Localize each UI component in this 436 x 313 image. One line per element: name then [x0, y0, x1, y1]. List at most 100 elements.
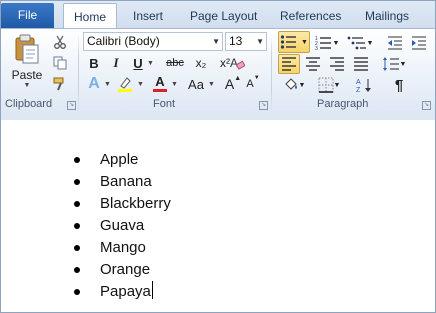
paragraph-dialog-launcher[interactable]: ↘ [422, 101, 431, 110]
sort-button[interactable]: A Z [353, 75, 375, 95]
shrink-font-letter: A [246, 78, 254, 90]
align-center-icon [306, 57, 320, 71]
tab-insert[interactable]: Insert [133, 5, 163, 28]
font-size-dropdown[interactable]: 13 ▼ [225, 32, 267, 51]
bullet-icon [74, 201, 80, 207]
tab-page-layout[interactable]: Page Layout [190, 5, 257, 28]
chevron-down-icon: ▼ [366, 39, 374, 47]
sort-az-icon: A Z [356, 79, 371, 93]
clear-formatting-button[interactable]: A [227, 54, 247, 72]
underline-dropdown-arrow[interactable]: ▼ [147, 60, 154, 67]
bold-button[interactable]: B [85, 54, 103, 72]
paintbrush-icon [53, 77, 64, 91]
chevron-down-icon: ▼ [212, 37, 220, 46]
list-item-text: Mango [100, 239, 146, 256]
clipboard-paste-icon [15, 34, 39, 63]
shading-button[interactable]: ▼ [281, 75, 307, 95]
paint-bucket-icon [284, 78, 297, 90]
multilevel-list-icon [347, 36, 366, 50]
list-item-text: Banana [100, 173, 152, 190]
bullet-icon [74, 179, 80, 185]
ribbon-tab-bar: File Home Insert Page Layout References … [1, 1, 435, 30]
svg-text:A: A [356, 79, 361, 86]
paste-label: Paste [11, 67, 43, 82]
tab-file[interactable]: File [1, 3, 54, 28]
align-center-button[interactable] [302, 54, 324, 74]
chevron-down-icon: ▼ [298, 81, 306, 89]
list-item-text: Apple [100, 151, 139, 168]
bullet-icon [74, 289, 80, 295]
font-name-value: Calibri (Body) [87, 34, 160, 48]
align-right-icon [330, 57, 344, 71]
underline-button[interactable]: U [129, 54, 147, 72]
font-name-dropdown[interactable]: Calibri (Body) ▼ [83, 32, 223, 51]
text-effects-button[interactable]: A [85, 75, 103, 93]
align-right-button[interactable] [326, 54, 348, 74]
tab-mailings[interactable]: Mailings [365, 5, 409, 28]
clipboard-dialog-launcher[interactable]: ↘ [67, 101, 76, 110]
decrease-indent-button[interactable] [385, 33, 405, 53]
paste-button[interactable]: Paste ▼ [9, 32, 45, 90]
borders-icon [318, 77, 334, 93]
show-formatting-marks-button[interactable]: ¶ [389, 75, 409, 95]
svg-text:Z: Z [356, 87, 361, 93]
highlight-dropdown-arrow[interactable]: ▼ [137, 81, 144, 88]
numbering-button[interactable]: 1 2 3 ▼ [313, 33, 341, 53]
bullet-icon [74, 223, 80, 229]
change-case-button[interactable]: Aa [185, 75, 207, 93]
clipboard-group-label: Clipboard [5, 98, 53, 110]
tab-home[interactable]: Home [63, 3, 117, 30]
change-case-dropdown-arrow[interactable]: ▼ [208, 81, 215, 88]
down-arrow-icon: ▼ [253, 75, 260, 81]
copy-icon [53, 56, 67, 70]
format-painter-button[interactable] [51, 75, 69, 93]
align-left-icon [282, 57, 296, 71]
tab-references[interactable]: References [280, 5, 341, 28]
chevron-down-icon: ▼ [301, 38, 308, 46]
svg-text:3: 3 [315, 46, 318, 51]
font-size-value: 13 [229, 34, 243, 48]
document-page[interactable]: Apple Banana Blackberry Guava Mango Orange Pap… [1, 120, 435, 312]
list-item-text: Orange [100, 261, 151, 278]
list-item-text: Blackberry [100, 195, 171, 212]
align-left-button[interactable] [278, 54, 300, 74]
bullet-list-icon [280, 35, 297, 49]
bullet-icon [74, 267, 80, 273]
ribbon: Paste ▼ Clipboard ↘ Calibri (Body) ▼ 13 … [1, 28, 435, 117]
copy-button[interactable] [51, 54, 69, 72]
bullet-icon [74, 157, 80, 163]
numbered-list-icon: 1 2 3 [315, 36, 331, 51]
word-window: File Home Insert Page Layout References … [0, 0, 436, 313]
shrink-font-button[interactable]: A ▼ [245, 75, 261, 93]
chevron-down-icon: ▼ [256, 37, 264, 46]
group-separator [271, 33, 272, 113]
grow-font-letter: A [224, 76, 235, 92]
line-spacing-button[interactable]: ▼ [381, 54, 407, 74]
font-color-button[interactable]: A [151, 73, 169, 93]
font-dialog-launcher[interactable]: ↘ [259, 101, 268, 110]
italic-button[interactable]: I [107, 54, 125, 72]
font-color-swatch [153, 88, 167, 92]
font-color-letter: A [155, 73, 165, 89]
increase-indent-button[interactable] [409, 33, 429, 53]
text-cursor [151, 281, 153, 299]
borders-button[interactable]: ▼ [315, 75, 343, 95]
strikethrough-button[interactable]: abc [163, 54, 187, 72]
paragraph-group-label: Paragraph [317, 98, 369, 110]
line-spacing-icon [382, 57, 399, 71]
multilevel-list-button[interactable]: ▼ [345, 33, 375, 53]
chevron-down-icon: ▼ [332, 39, 340, 47]
justify-button[interactable] [350, 54, 372, 74]
text-effects-dropdown-arrow[interactable]: ▼ [104, 81, 111, 88]
clear-formatting-icon: A [230, 56, 245, 70]
cut-button[interactable] [51, 33, 69, 51]
justify-icon [354, 57, 368, 71]
subscript-button[interactable]: x₂ [191, 54, 211, 72]
highlight-button[interactable] [115, 75, 135, 93]
grow-font-button[interactable]: A ▲ [225, 75, 241, 93]
bullets-button[interactable]: ▼ [278, 31, 310, 53]
decrease-indent-icon [388, 36, 402, 50]
increase-indent-icon [412, 36, 426, 50]
font-color-dropdown-arrow[interactable]: ▼ [171, 81, 178, 88]
chevron-down-icon: ▼ [399, 60, 407, 68]
